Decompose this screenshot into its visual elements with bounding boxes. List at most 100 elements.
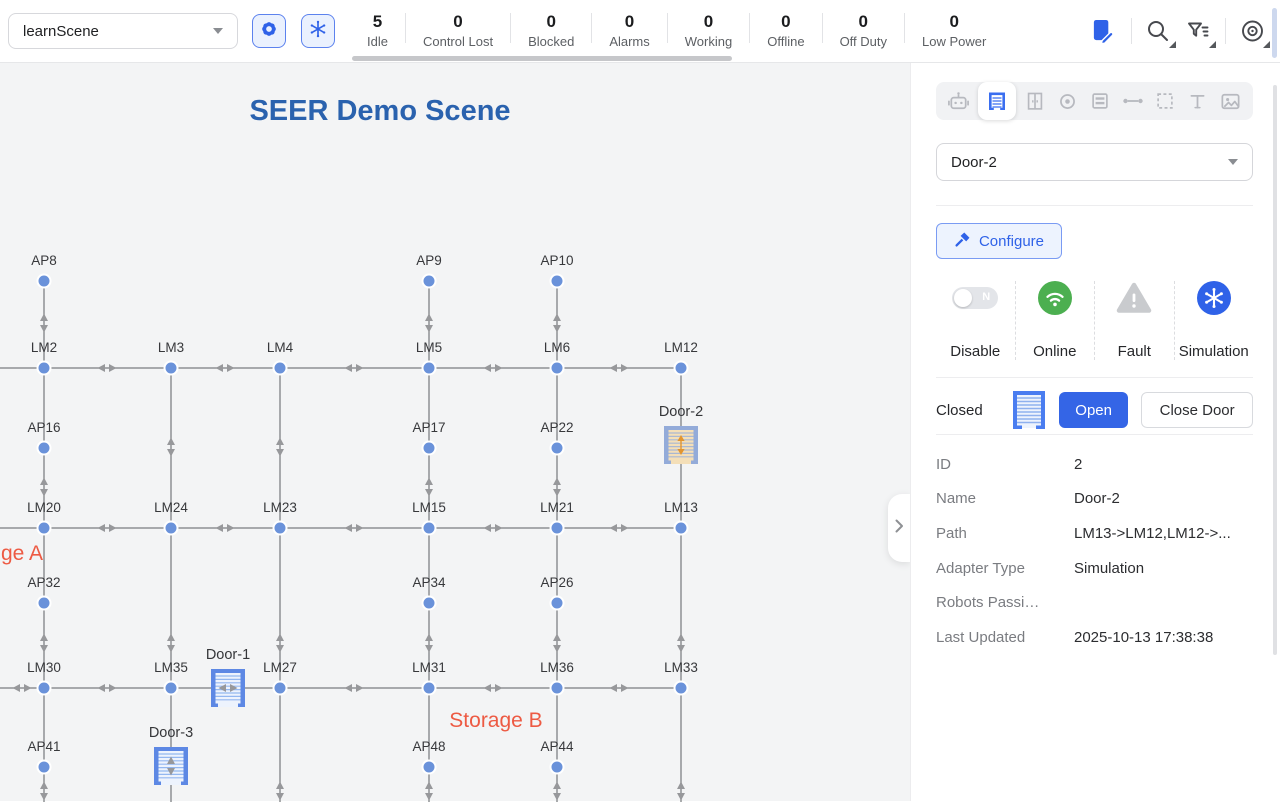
node-lm4[interactable] [274,362,287,375]
node-ap9[interactable] [423,275,436,288]
node-lm12[interactable] [675,362,688,375]
node-lm15[interactable] [423,522,436,535]
panel-collapse-handle[interactable] [888,494,910,562]
scene-canvas[interactable]: SEER Demo Scenege AStorage BDoor-1Door-2… [0,63,910,801]
node-ap48[interactable] [423,761,436,774]
edit-scene-icon[interactable] [1091,18,1118,45]
node-ap44[interactable] [551,761,564,774]
node-ap41[interactable] [38,761,51,774]
door-door-2[interactable] [664,426,698,464]
property-value: LM13->LM12,LM12->... [1074,525,1231,542]
divider [1131,18,1132,44]
property-label: Robots Passi… [936,594,1074,611]
node-label: LM24 [154,500,188,515]
node-lm24[interactable] [165,522,178,535]
stat-blocked: 0Blocked [511,5,591,51]
tool-double-door-icon[interactable] [1021,88,1048,115]
stat-value: 0 [704,12,713,32]
status-simulation: Simulation [1174,281,1254,360]
node-ap17[interactable] [423,442,436,455]
node-label: AP41 [27,739,60,754]
tool-robot-icon[interactable] [945,88,972,115]
door-label: Door-1 [206,647,250,663]
horizontal-scrollbar[interactable] [352,56,732,61]
menu-corner-indicator [1209,41,1216,48]
property-value: Simulation [1074,560,1144,577]
node-lm30[interactable] [38,682,51,695]
node-ap32[interactable] [38,597,51,610]
door-label: Door-3 [149,725,193,741]
stat-value: 0 [949,12,958,32]
stat-label: Control Lost [423,32,493,51]
node-ap8[interactable] [38,275,51,288]
node-label: AP10 [540,253,573,268]
node-label: AP22 [540,420,573,435]
search-icon[interactable] [1145,18,1172,45]
door-icon [1013,391,1045,429]
chevron-down-icon [1228,159,1238,165]
visibility-icon[interactable] [1239,18,1266,45]
status-simulation-icon [1197,281,1231,315]
property-list: ID2NameDoor-2PathLM13->LM12,LM12->...Ada… [936,447,1253,655]
tool-text-icon[interactable] [1184,88,1211,115]
stat-working: 0Working [668,5,749,51]
tool-edge-icon[interactable] [1119,88,1146,115]
node-lm2[interactable] [38,362,51,375]
disable-toggle[interactable]: N [952,287,998,309]
configure-button[interactable]: Configure [936,223,1062,259]
tool-image-icon[interactable] [1217,88,1244,115]
node-label: AP48 [412,739,445,754]
stat-control-lost: 0Control Lost [406,5,510,51]
configure-label: Configure [979,233,1044,250]
node-label: LM12 [664,340,698,355]
node-ap10[interactable] [551,275,564,288]
settings-button[interactable] [252,14,286,48]
scene-select[interactable]: learnScene [8,13,238,49]
vertical-scrollbar-track[interactable] [1273,85,1277,655]
node-lm6[interactable] [551,362,564,375]
node-lm27[interactable] [274,682,287,695]
node-ap26[interactable] [551,597,564,610]
close-door-button[interactable]: Close Door [1141,392,1253,428]
vertical-scrollbar-thumb[interactable] [1272,8,1277,58]
object-select-value: Door-2 [951,154,997,171]
tool-point-icon[interactable] [1054,88,1081,115]
node-lm33[interactable] [675,682,688,695]
node-lm36[interactable] [551,682,564,695]
object-select[interactable]: Door-2 [936,143,1253,181]
tool-door-icon[interactable] [978,82,1016,120]
node-lm35[interactable] [165,682,178,695]
status-disable-icon[interactable]: N [952,281,998,315]
simulation-button[interactable] [301,14,335,48]
region-label: ge A [1,542,43,565]
node-label: AP32 [27,575,60,590]
scene-graph[interactable]: SEER Demo Scenege AStorage BDoor-1Door-2… [0,63,910,802]
toggle-knob [954,289,972,307]
node-ap22[interactable] [551,442,564,455]
node-lm3[interactable] [165,362,178,375]
node-lm31[interactable] [423,682,436,695]
stat-label: Idle [367,32,388,51]
open-door-button[interactable]: Open [1059,392,1128,428]
property-value: 2025-10-13 17:38:38 [1074,629,1213,646]
divider [1225,18,1226,44]
wifi-icon [1038,281,1072,315]
node-lm21[interactable] [551,522,564,535]
toolbar-actions [1081,0,1276,62]
node-label: AP16 [27,420,60,435]
tool-area-icon[interactable] [1152,88,1179,115]
node-ap16[interactable] [38,442,51,455]
tool-station-icon[interactable] [1087,88,1114,115]
filter-icon[interactable] [1185,18,1212,45]
node-lm5[interactable] [423,362,436,375]
property-value: Door-2 [1074,490,1120,507]
node-lm23[interactable] [274,522,287,535]
node-ap34[interactable] [423,597,436,610]
door-door-1[interactable] [211,669,245,707]
node-label: AP26 [540,575,573,590]
node-lm13[interactable] [675,522,688,535]
node-lm20[interactable] [38,522,51,535]
door-door-3[interactable] [154,747,188,785]
node-label: LM21 [540,500,574,515]
node-label: LM31 [412,660,446,675]
